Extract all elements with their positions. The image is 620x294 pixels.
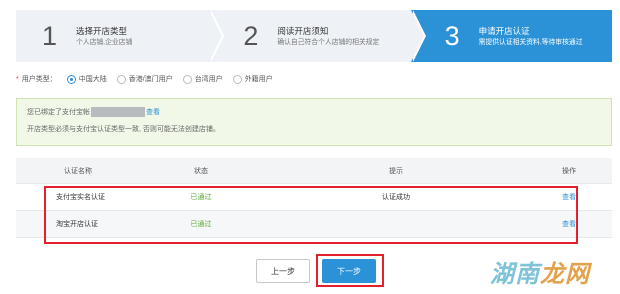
user-type-row: * 用户类型： 中国大陆 香港/澳门用户 台湾用户 外籍用户	[16, 74, 273, 84]
step-arrow	[209, 10, 223, 62]
status-badge: 已通过	[190, 221, 212, 228]
next-button[interactable]: 下一步	[322, 259, 376, 283]
step-subtitle: 需提供认证相关资料,等待审核通过	[478, 38, 583, 46]
table-header: 认证名称 状态 提示 操作	[16, 158, 612, 184]
step-number: 3	[444, 20, 460, 51]
step-3-active: 3 申请开店认证 需提供认证相关资料,等待审核通过	[410, 10, 612, 62]
table-row: 支付宝实名认证 已通过 认证成功 查看	[16, 184, 612, 211]
radio-hk-macau[interactable]: 香港/澳门用户	[116, 74, 173, 84]
masked-account	[91, 107, 145, 117]
step-1: 1 选择开店类型 个人店铺,企业店铺	[16, 10, 225, 62]
step-2: 2 阅读开店须知 确认自己符合个人店铺的相关规定	[209, 10, 426, 62]
view-link[interactable]: 查看	[526, 192, 612, 202]
radio-unchecked-icon[interactable]	[116, 74, 126, 84]
step-number: 1	[42, 20, 58, 51]
step-subtitle: 个人店铺,企业店铺	[76, 38, 133, 46]
radio-foreign[interactable]: 外籍用户	[232, 74, 273, 84]
radio-unchecked-icon[interactable]	[232, 74, 242, 84]
alipay-notice: 您已绑定了支付宝帐 查看 开店类型必须与支付宝认证类型一致, 否则可能无法创建店…	[16, 98, 612, 146]
step-subtitle: 确认自己符合个人店铺的相关规定	[277, 38, 380, 46]
view-link[interactable]: 查看	[526, 219, 612, 229]
step-wizard: 1 选择开店类型 个人店铺,企业店铺 2 阅读开店须知 确认自己符合个人店铺的相…	[16, 10, 612, 62]
step-title: 阅读开店须知	[277, 25, 329, 36]
step-number: 2	[243, 20, 259, 51]
radio-checked-icon[interactable]	[66, 74, 76, 84]
certification-table: 认证名称 状态 提示 操作 支付宝实名认证 已通过 认证成功 查看 淘宝开店认证…	[16, 158, 612, 238]
step-title: 申请开店认证	[478, 25, 530, 36]
view-link[interactable]: 查看	[146, 107, 160, 117]
prev-button[interactable]: 上一步	[256, 259, 310, 283]
step-title: 选择开店类型	[76, 25, 128, 36]
cert-name: 支付宝实名认证	[56, 194, 105, 201]
notice-text: 您已绑定了支付宝帐	[27, 109, 90, 116]
watermark-logo: 湖南龙网	[490, 260, 590, 288]
table-row: 淘宝开店认证 已通过 查看	[16, 211, 612, 238]
notice-warning: 开店类型必须与支付宝认证类型一致, 否则可能无法创建店铺。	[27, 126, 220, 133]
user-type-label: 用户类型：	[21, 76, 57, 83]
status-badge: 已通过	[190, 194, 212, 201]
cert-name: 淘宝开店认证	[56, 221, 98, 228]
radio-taiwan[interactable]: 台湾用户	[182, 74, 223, 84]
radio-unchecked-icon[interactable]	[182, 74, 192, 84]
required-mark: *	[16, 75, 19, 83]
radio-mainland[interactable]: 中国大陆	[66, 74, 107, 84]
step-arrow	[410, 10, 424, 62]
cert-hint: 认证成功	[382, 194, 410, 201]
